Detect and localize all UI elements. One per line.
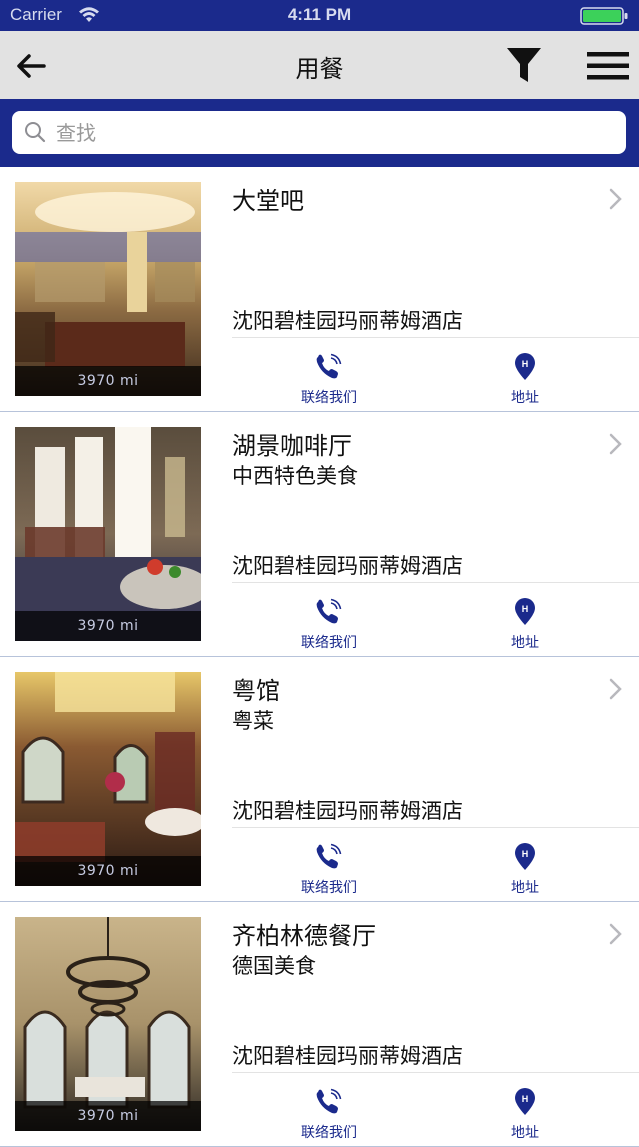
chevron-right-icon bbox=[608, 187, 624, 215]
phone-icon bbox=[314, 353, 344, 385]
phone-icon bbox=[314, 1088, 344, 1120]
search-icon bbox=[24, 121, 46, 147]
list-item[interactable]: 3970 mi 齐柏林德餐厅 德国美食 沈阳碧桂园玛丽蒂姆酒店 联络我们 H 地… bbox=[0, 902, 639, 1147]
map-pin-icon: H bbox=[513, 1088, 537, 1120]
svg-text:H: H bbox=[522, 604, 529, 614]
svg-text:H: H bbox=[522, 1094, 529, 1104]
restaurant-cuisine: 粤菜 bbox=[232, 709, 274, 733]
contact-us-label: 联络我们 bbox=[301, 1125, 357, 1141]
map-pin-icon: H bbox=[513, 353, 537, 385]
distance-label: 3970 mi bbox=[15, 856, 201, 886]
distance-label: 3970 mi bbox=[15, 611, 201, 641]
clock: 4:11 PM bbox=[287, 5, 352, 24]
address-button[interactable]: H 地址 bbox=[480, 1088, 570, 1141]
restaurant-photo: 3970 mi bbox=[15, 672, 201, 886]
chevron-right-icon bbox=[608, 922, 624, 950]
list-item[interactable]: 3970 mi 粤馆 粤菜 沈阳碧桂园玛丽蒂姆酒店 联络我们 H 地址 bbox=[0, 657, 639, 902]
map-pin-icon: H bbox=[513, 598, 537, 630]
restaurant-cuisine: 中西特色美食 bbox=[232, 464, 358, 488]
restaurant-list: 3970 mi 大堂吧 沈阳碧桂园玛丽蒂姆酒店 联络我们 H 地址 3970 m… bbox=[0, 167, 639, 1147]
svg-text:H: H bbox=[522, 359, 529, 369]
address-button[interactable]: H 地址 bbox=[480, 843, 570, 896]
hotel-name: 沈阳碧桂园玛丽蒂姆酒店 bbox=[232, 309, 463, 333]
hotel-name: 沈阳碧桂园玛丽蒂姆酒店 bbox=[232, 799, 463, 823]
divider bbox=[232, 337, 639, 338]
battery-icon bbox=[580, 7, 630, 29]
phone-icon bbox=[314, 843, 344, 875]
contact-us-label: 联络我们 bbox=[301, 880, 357, 896]
chevron-right-icon bbox=[608, 432, 624, 460]
contact-us-button[interactable]: 联络我们 bbox=[284, 598, 374, 651]
restaurant-photo: 3970 mi bbox=[15, 917, 201, 1131]
search-bar-container bbox=[0, 99, 639, 167]
contact-us-button[interactable]: 联络我们 bbox=[284, 843, 374, 896]
address-label: 地址 bbox=[511, 880, 539, 896]
hotel-name: 沈阳碧桂园玛丽蒂姆酒店 bbox=[232, 554, 463, 578]
address-button[interactable]: H 地址 bbox=[480, 353, 570, 406]
restaurant-name: 湖景咖啡厅 bbox=[232, 432, 352, 460]
hotel-name: 沈阳碧桂园玛丽蒂姆酒店 bbox=[232, 1044, 463, 1068]
restaurant-name: 齐柏林德餐厅 bbox=[232, 922, 376, 950]
restaurant-photo: 3970 mi bbox=[15, 427, 201, 641]
status-bar: Carrier 4:11 PM bbox=[0, 0, 639, 31]
contact-us-label: 联络我们 bbox=[301, 390, 357, 406]
list-item[interactable]: 3970 mi 大堂吧 沈阳碧桂园玛丽蒂姆酒店 联络我们 H 地址 bbox=[0, 167, 639, 412]
contact-us-label: 联络我们 bbox=[301, 635, 357, 651]
address-label: 地址 bbox=[511, 635, 539, 651]
contact-us-button[interactable]: 联络我们 bbox=[284, 353, 374, 406]
page-title: 用餐 bbox=[295, 55, 344, 83]
chevron-right-icon bbox=[608, 677, 624, 705]
divider bbox=[232, 827, 639, 828]
hamburger-menu-icon[interactable] bbox=[586, 50, 630, 82]
contact-us-button[interactable]: 联络我们 bbox=[284, 1088, 374, 1141]
filter-icon[interactable] bbox=[505, 46, 543, 86]
search-box[interactable] bbox=[12, 111, 626, 154]
svg-text:H: H bbox=[522, 849, 529, 859]
restaurant-cuisine: 德国美食 bbox=[232, 954, 316, 978]
distance-label: 3970 mi bbox=[15, 366, 201, 396]
restaurant-name: 大堂吧 bbox=[232, 187, 304, 215]
restaurant-name: 粤馆 bbox=[232, 677, 280, 705]
restaurant-photo: 3970 mi bbox=[15, 182, 201, 396]
search-input[interactable] bbox=[54, 117, 618, 149]
divider bbox=[232, 582, 639, 583]
address-label: 地址 bbox=[511, 1125, 539, 1141]
distance-label: 3970 mi bbox=[15, 1101, 201, 1131]
map-pin-icon: H bbox=[513, 843, 537, 875]
phone-icon bbox=[314, 598, 344, 630]
divider bbox=[232, 1072, 639, 1073]
address-label: 地址 bbox=[511, 390, 539, 406]
list-item[interactable]: 3970 mi 湖景咖啡厅 中西特色美食 沈阳碧桂园玛丽蒂姆酒店 联络我们 H … bbox=[0, 412, 639, 657]
navigation-bar: 用餐 bbox=[0, 31, 639, 99]
address-button[interactable]: H 地址 bbox=[480, 598, 570, 651]
